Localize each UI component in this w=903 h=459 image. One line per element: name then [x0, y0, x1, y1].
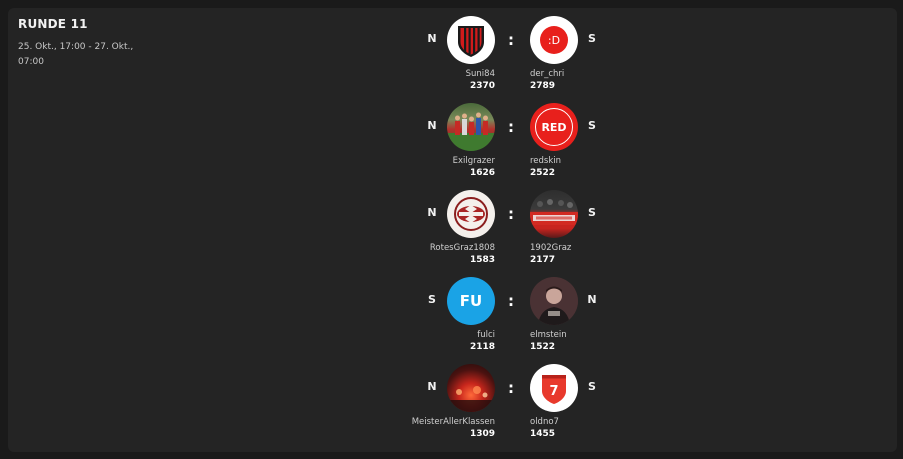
shield-number: 7 — [549, 384, 558, 399]
vs-separator: : — [508, 31, 514, 49]
away-player-score: 1522 — [530, 342, 556, 352]
match-row: N : RED S Exilgrazer 1626 redskin 2522 — [8, 103, 897, 183]
home-avatar-club-crest-icon[interactable] — [447, 190, 495, 238]
match-row: N : 7 S MeisterAllerKlassen 1309 oldno7 … — [8, 364, 897, 444]
home-avatar-football-team-photo[interactable] — [447, 103, 495, 151]
home-avatar-striped-shield-icon[interactable] — [447, 16, 495, 64]
home-player-score: 2118 — [469, 342, 495, 352]
away-player-name[interactable]: der_chri — [530, 69, 564, 79]
match-row: N : S RotesGraz1808 1583 1902Graz 2177 — [8, 190, 897, 270]
smiley-text: :D — [540, 26, 568, 54]
vs-separator: : — [508, 292, 514, 310]
home-player-name[interactable]: MeisterAllerKlassen — [412, 417, 495, 427]
home-result: N — [427, 119, 437, 132]
match-row: S FU : N fulci 2118 elmstein 1522 — [8, 277, 897, 357]
vs-separator: : — [508, 205, 514, 223]
home-result: N — [427, 32, 437, 45]
initials-text: FU — [459, 292, 483, 310]
away-player-name[interactable]: oldno7 — [530, 417, 559, 427]
vs-separator: : — [508, 379, 514, 397]
away-avatar-red-badge[interactable]: RED — [530, 103, 578, 151]
away-avatar-portrait-photo[interactable] — [530, 277, 578, 325]
home-player-name[interactable]: RotesGraz1808 — [430, 243, 495, 253]
away-player-score: 2522 — [530, 168, 556, 178]
away-player-name[interactable]: 1902Graz — [530, 243, 571, 253]
home-player-name[interactable]: fulci — [477, 330, 495, 340]
away-avatar-smiley-badge[interactable]: :D — [530, 16, 578, 64]
away-avatar-number-shield-icon[interactable]: 7 — [530, 364, 578, 412]
home-player-score: 1309 — [469, 429, 495, 439]
away-result: S — [588, 206, 596, 219]
home-player-score: 1626 — [469, 168, 495, 178]
home-avatar-initials-badge[interactable]: FU — [447, 277, 495, 325]
away-result: N — [587, 293, 597, 306]
away-player-score: 2789 — [530, 81, 556, 91]
home-player-name[interactable]: Suni84 — [466, 69, 495, 79]
home-result: S — [428, 293, 436, 306]
away-player-name[interactable]: elmstein — [530, 330, 567, 340]
home-player-score: 2370 — [469, 81, 495, 91]
home-avatar-pyro-crowd-photo[interactable] — [447, 364, 495, 412]
away-player-score: 2177 — [530, 255, 556, 265]
match-row: N : :D S Suni84 2370 der_chri 2789 — [8, 16, 897, 96]
home-player-score: 1583 — [469, 255, 495, 265]
home-result: N — [427, 206, 437, 219]
away-avatar-fan-banner-photo[interactable] — [530, 190, 578, 238]
vs-separator: : — [508, 118, 514, 136]
away-player-score: 1455 — [530, 429, 556, 439]
red-badge-text: RED — [535, 108, 573, 146]
away-result: S — [588, 119, 596, 132]
away-result: S — [588, 32, 596, 45]
home-player-name[interactable]: Exilgrazer — [453, 156, 495, 166]
round-card: RUNDE 11 25. Okt., 17:00 - 27. Okt., 07:… — [8, 8, 897, 452]
away-result: S — [588, 380, 596, 393]
home-result: N — [427, 380, 437, 393]
away-player-name[interactable]: redskin — [530, 156, 561, 166]
